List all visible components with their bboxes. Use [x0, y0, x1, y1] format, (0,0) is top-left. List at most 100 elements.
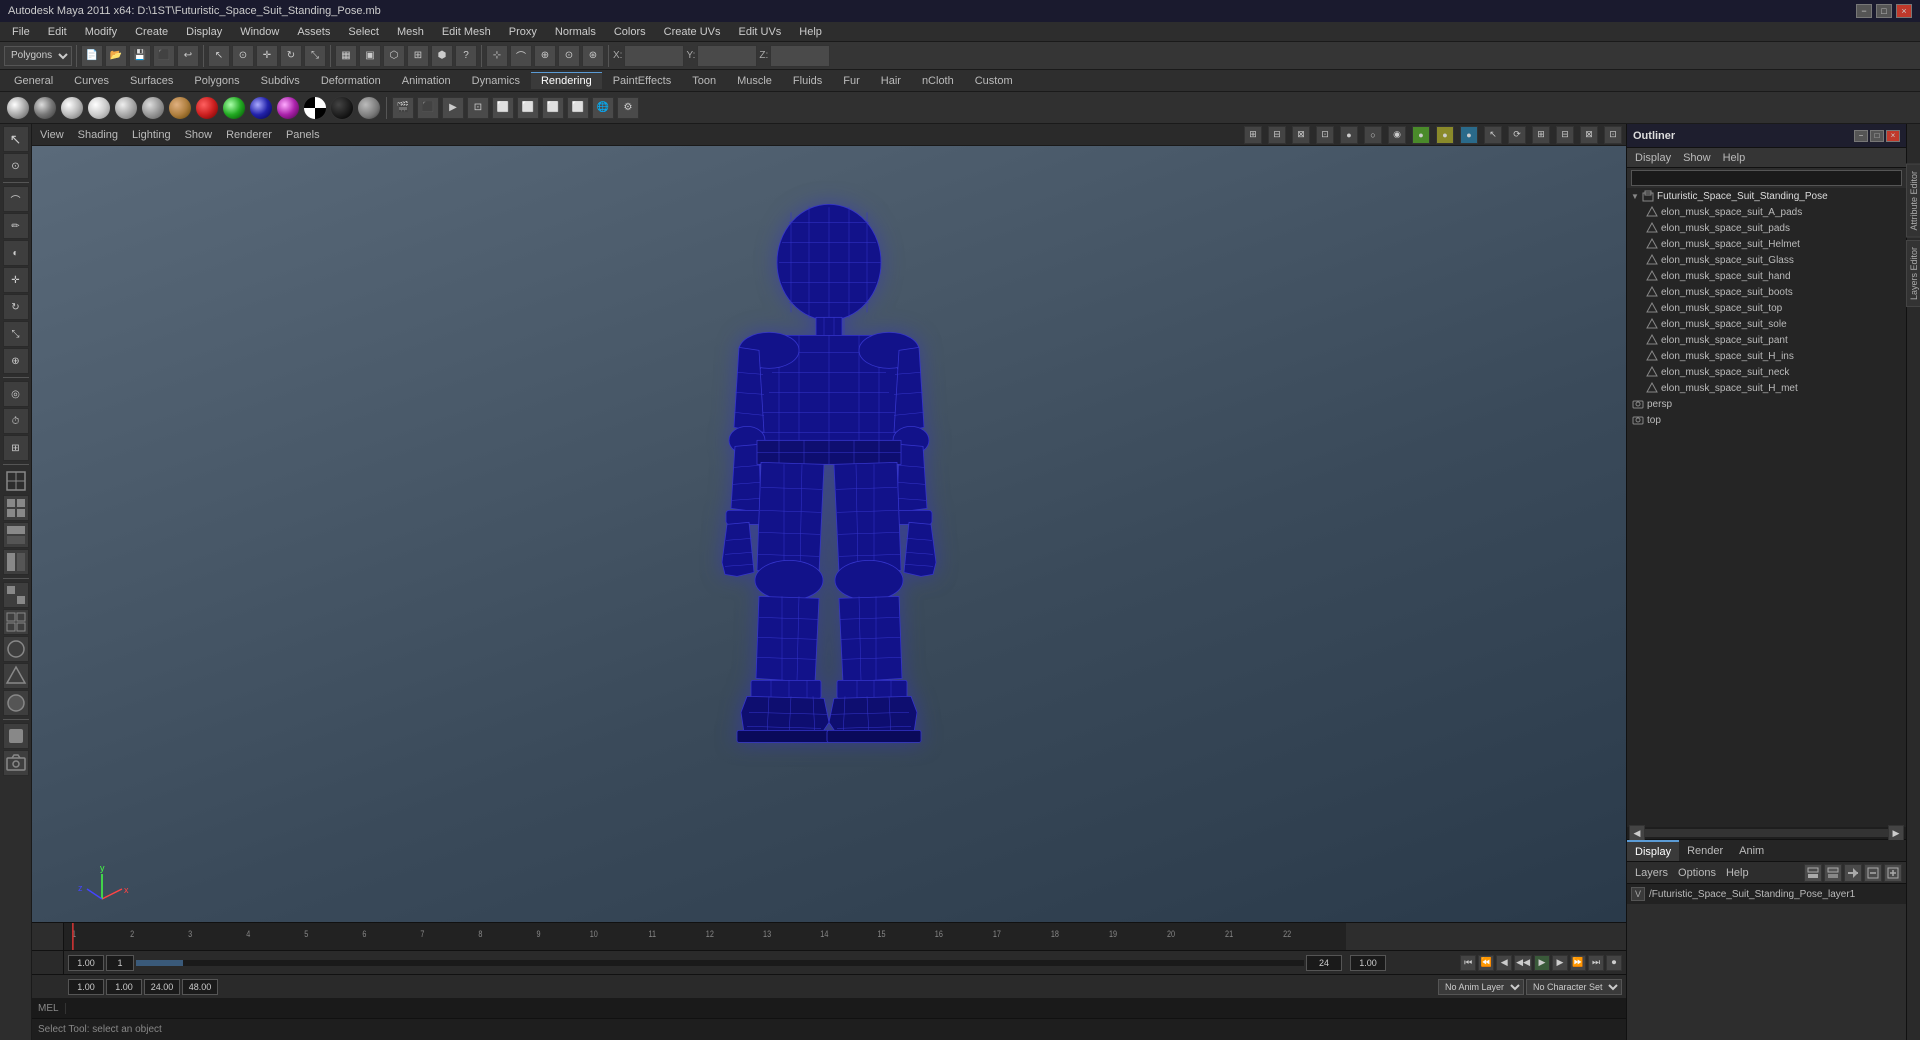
render-btn-6[interactable]: ⬜: [517, 97, 539, 119]
menu-colors[interactable]: Colors: [606, 24, 654, 40]
shader-sphere-3[interactable]: [60, 96, 84, 120]
shader-sphere-dark[interactable]: [330, 96, 354, 120]
lt-btn-f1[interactable]: [3, 723, 29, 749]
timeline-main[interactable]: 1 2 3 4 5 6 7 8 9 10 11 12 13 14: [64, 923, 1346, 950]
tab-deformation[interactable]: Deformation: [311, 72, 391, 89]
menu-assets[interactable]: Assets: [289, 24, 338, 40]
view-tb-2[interactable]: ⊟: [1268, 126, 1286, 144]
lt-btn-c[interactable]: [3, 522, 29, 548]
maximize-button[interactable]: □: [1876, 4, 1892, 18]
tb-btn-11[interactable]: ▦: [335, 45, 357, 67]
outliner-menu-show[interactable]: Show: [1679, 150, 1715, 166]
viewport[interactable]: x y z: [32, 146, 1626, 922]
coord-x-input[interactable]: [624, 45, 684, 67]
shader-sphere-checker[interactable]: [303, 96, 327, 120]
outliner-item-13[interactable]: top: [1627, 412, 1906, 428]
layer-btn-5[interactable]: [1884, 864, 1902, 882]
lt-btn-b[interactable]: [3, 495, 29, 521]
paint-tool[interactable]: ✏: [3, 213, 29, 239]
close-button[interactable]: ×: [1896, 4, 1912, 18]
range-end-input[interactable]: [1306, 955, 1342, 971]
menu-edit-mesh[interactable]: Edit Mesh: [434, 24, 499, 40]
minimize-button[interactable]: −: [1856, 4, 1872, 18]
pb-prev-key[interactable]: ◀: [1496, 955, 1512, 971]
tab-surfaces[interactable]: Surfaces: [120, 72, 183, 89]
menu-display[interactable]: Display: [178, 24, 230, 40]
layer-row-0[interactable]: V /Futuristic_Space_Suit_Standing_Pose_l…: [1627, 884, 1906, 904]
menu-edit-uvs[interactable]: Edit UVs: [731, 24, 790, 40]
tb-btn-13[interactable]: ⬡: [383, 45, 405, 67]
lt-btn-d[interactable]: [3, 549, 29, 575]
menu-edit[interactable]: Edit: [40, 24, 75, 40]
expand-icon[interactable]: ▼: [1631, 192, 1641, 201]
outliner-list[interactable]: ▼ Futuristic_Space_Suit_Standing_Pose el…: [1627, 188, 1906, 827]
outliner-item-12[interactable]: persp: [1627, 396, 1906, 412]
view-tb-3[interactable]: ⊠: [1292, 126, 1310, 144]
outliner-maximize[interactable]: □: [1870, 130, 1884, 142]
tb-btn-14[interactable]: ⊞: [407, 45, 429, 67]
lt-btn-snap[interactable]: ⊞: [3, 435, 29, 461]
outliner-item-root[interactable]: ▼ Futuristic_Space_Suit_Standing_Pose: [1627, 188, 1906, 204]
save-btn[interactable]: 💾: [129, 45, 151, 67]
layer-tab-display[interactable]: Display: [1627, 840, 1679, 861]
view-menu-show[interactable]: Show: [181, 127, 217, 143]
lasso-btn[interactable]: ⊙: [232, 45, 254, 67]
render-btn-10[interactable]: ⚙: [617, 97, 639, 119]
shader-sphere-9[interactable]: [222, 96, 246, 120]
pb-play-back[interactable]: ◀◀: [1514, 955, 1532, 971]
view-tb-4[interactable]: ⊡: [1316, 126, 1334, 144]
outliner-menu-help[interactable]: Help: [1719, 150, 1750, 166]
anim-layer-select[interactable]: No Anim Layer: [1438, 979, 1524, 995]
shader-sphere-11[interactable]: [276, 96, 300, 120]
view-menu-renderer[interactable]: Renderer: [222, 127, 276, 143]
lt-btn-e1[interactable]: [3, 582, 29, 608]
menu-proxy[interactable]: Proxy: [501, 24, 545, 40]
tab-subdivs[interactable]: Subdivs: [251, 72, 310, 89]
view-tb-1[interactable]: ⊞: [1244, 126, 1262, 144]
lt-btn-e3[interactable]: [3, 636, 29, 662]
new-scene-btn[interactable]: 📄: [81, 45, 103, 67]
view-tb-14[interactable]: ⊟: [1556, 126, 1574, 144]
select-tool[interactable]: ↖: [3, 126, 29, 152]
layers-menu[interactable]: Layers: [1631, 865, 1672, 881]
pb-end1-input[interactable]: [144, 979, 180, 995]
pb-cur-input[interactable]: [106, 979, 142, 995]
lt-btn-a[interactable]: [3, 468, 29, 494]
menu-modify[interactable]: Modify: [77, 24, 125, 40]
tab-painteffects[interactable]: PaintEffects: [603, 72, 682, 89]
view-tb-8[interactable]: ●: [1412, 126, 1430, 144]
snap-curve-btn[interactable]: ⌒: [510, 45, 532, 67]
pb-step-fwd[interactable]: ⏩: [1570, 955, 1586, 971]
menu-help[interactable]: Help: [791, 24, 830, 40]
shader-sphere-4[interactable]: [87, 96, 111, 120]
outliner-hscroll[interactable]: ◀ ▶: [1627, 827, 1906, 839]
view-tb-9[interactable]: ●: [1436, 126, 1454, 144]
mel-input[interactable]: [66, 999, 1626, 1017]
snap-point-btn[interactable]: ⊕: [534, 45, 556, 67]
tb-btn-12[interactable]: ▣: [359, 45, 381, 67]
mode-select[interactable]: Polygons: [4, 46, 72, 66]
snap-view-btn[interactable]: ⊙: [558, 45, 580, 67]
view-tb-11[interactable]: ↖: [1484, 126, 1502, 144]
pb-go-start[interactable]: ⏮: [1460, 955, 1476, 971]
render-btn-1[interactable]: 🎬: [392, 97, 414, 119]
outliner-item-6[interactable]: elon_musk_space_suit_top: [1627, 300, 1906, 316]
rotate-btn[interactable]: ↻: [280, 45, 302, 67]
scale-btn[interactable]: ⤡: [304, 45, 326, 67]
view-menu-shading[interactable]: Shading: [74, 127, 122, 143]
coord-z-input[interactable]: [770, 45, 830, 67]
shader-sphere-7[interactable]: [168, 96, 192, 120]
menu-file[interactable]: File: [4, 24, 38, 40]
view-tb-7[interactable]: ◉: [1388, 126, 1406, 144]
outliner-item-3[interactable]: elon_musk_space_suit_Glass: [1627, 252, 1906, 268]
lt-btn-camera[interactable]: [3, 750, 29, 776]
lt-btn-e4[interactable]: [3, 663, 29, 689]
manip-tool[interactable]: ⊕: [3, 348, 29, 374]
view-tb-13[interactable]: ⊞: [1532, 126, 1550, 144]
tab-custom[interactable]: Custom: [965, 72, 1023, 89]
pb-next-key[interactable]: ▶: [1552, 955, 1568, 971]
outliner-minimize[interactable]: −: [1854, 130, 1868, 142]
shader-sphere-10[interactable]: [249, 96, 273, 120]
view-tb-15[interactable]: ⊠: [1580, 126, 1598, 144]
char-set-select[interactable]: No Character Set: [1526, 979, 1622, 995]
